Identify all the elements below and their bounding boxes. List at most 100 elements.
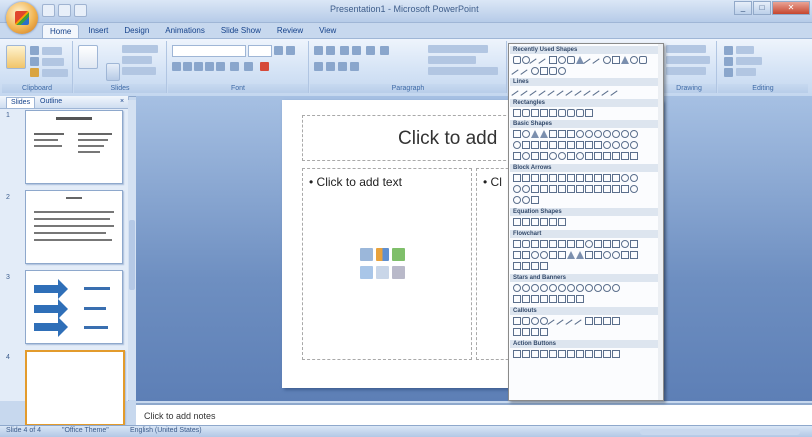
sun-shape-icon[interactable] xyxy=(549,152,557,160)
multidocument-shape-icon[interactable] xyxy=(576,240,584,248)
arrow-shape-icon[interactable] xyxy=(531,196,539,204)
align-text-button[interactable] xyxy=(428,56,476,64)
not-equal-shape-icon[interactable] xyxy=(558,218,566,226)
copy-icon[interactable] xyxy=(30,57,39,66)
border-callout-shape-icon[interactable] xyxy=(540,328,548,336)
tab-insert[interactable]: Insert xyxy=(81,24,115,38)
align-right-icon[interactable] xyxy=(338,62,347,71)
action-end-button-icon[interactable] xyxy=(540,350,548,358)
horizontal-scroll-shape-icon[interactable] xyxy=(558,295,566,303)
insert-media-icon[interactable] xyxy=(392,266,405,279)
process-shape-icon[interactable] xyxy=(513,240,521,248)
shape-fill-button[interactable] xyxy=(666,45,706,53)
minimize-button[interactable]: _ xyxy=(734,1,752,15)
square-shape-icon[interactable] xyxy=(612,56,620,64)
decision-shape-icon[interactable] xyxy=(531,240,539,248)
triangle-shape-icon[interactable] xyxy=(531,130,539,138)
alternate-process-shape-icon[interactable] xyxy=(522,240,530,248)
u-turn-arrow-shape-icon[interactable] xyxy=(594,174,602,182)
font-color-icon[interactable] xyxy=(260,62,269,71)
summing-junction-shape-icon[interactable] xyxy=(531,251,539,259)
gallery-scrollbar[interactable] xyxy=(658,44,663,400)
curved-right-arrow-shape-icon[interactable] xyxy=(621,174,629,182)
rounded-rectangle-shape-icon[interactable] xyxy=(522,109,530,117)
slide-thumbnail-3[interactable] xyxy=(25,270,123,344)
tab-design[interactable]: Design xyxy=(117,24,156,38)
pentagon-shape-icon[interactable] xyxy=(576,130,584,138)
left-arrow-callout-shape-icon[interactable] xyxy=(576,185,584,193)
display-shape-icon[interactable] xyxy=(630,251,638,259)
vertical-scroll-shape-icon[interactable] xyxy=(549,295,557,303)
border-callout-shape-icon[interactable] xyxy=(522,328,530,336)
slide-thumbnail-2[interactable] xyxy=(25,190,123,264)
star-5-shape-icon[interactable] xyxy=(540,284,548,292)
insert-table-icon[interactable] xyxy=(360,248,373,261)
tab-slide-show[interactable]: Slide Show xyxy=(214,24,268,38)
bracket-shape-icon[interactable] xyxy=(540,67,548,75)
scrollbar-thumb[interactable] xyxy=(129,220,135,290)
card-shape-icon[interactable] xyxy=(513,251,521,259)
tab-animations[interactable]: Animations xyxy=(158,24,212,38)
align-left-icon[interactable] xyxy=(314,62,323,71)
off-page-connector-shape-icon[interactable] xyxy=(630,240,638,248)
rounded-rect-shape-icon[interactable] xyxy=(567,56,575,64)
shadow-icon[interactable] xyxy=(216,62,225,71)
left-bracket-shape-icon[interactable] xyxy=(603,152,611,160)
ribbon-up-shape-icon[interactable] xyxy=(513,295,521,303)
cube-shape-icon[interactable] xyxy=(594,141,602,149)
star-10-shape-icon[interactable] xyxy=(576,284,584,292)
tab-view[interactable]: View xyxy=(312,24,343,38)
pane-close-button[interactable]: × xyxy=(116,97,128,107)
rectangle-shape-icon[interactable] xyxy=(513,109,521,117)
square-shape-icon[interactable] xyxy=(549,56,557,64)
striped-right-arrow-shape-icon[interactable] xyxy=(531,185,539,193)
up-arrow-shape-icon[interactable] xyxy=(531,174,539,182)
down-arrow-shape-icon[interactable] xyxy=(540,174,548,182)
office-button[interactable] xyxy=(6,2,38,34)
slide-thumbnail-4[interactable] xyxy=(25,350,125,426)
smiley-face-shape-icon[interactable] xyxy=(522,152,530,160)
oval-shape-icon[interactable] xyxy=(558,67,566,75)
delete-slide-button[interactable] xyxy=(106,63,120,81)
accent-callout-shape-icon[interactable] xyxy=(603,317,611,325)
direct-access-storage-shape-icon[interactable] xyxy=(621,251,629,259)
character-spacing-icon[interactable] xyxy=(230,62,239,71)
plaque-shape-icon[interactable] xyxy=(576,141,584,149)
italic-icon[interactable] xyxy=(183,62,192,71)
rounded-rect-shape-icon[interactable] xyxy=(639,56,647,64)
divide-shape-icon[interactable] xyxy=(540,218,548,226)
predefined-process-shape-icon[interactable] xyxy=(549,240,557,248)
oval-callout-shape-icon[interactable] xyxy=(531,317,539,325)
convert-to-smartart-button[interactable] xyxy=(428,67,498,75)
save-icon[interactable] xyxy=(42,4,55,17)
tab-slides[interactable]: Slides xyxy=(6,97,36,108)
star-32-shape-icon[interactable] xyxy=(612,284,620,292)
delete-button[interactable] xyxy=(122,67,156,75)
star-8-shape-icon[interactable] xyxy=(567,284,575,292)
replace-icon[interactable] xyxy=(724,57,733,66)
action-return-button-icon[interactable] xyxy=(567,350,575,358)
octagon-shape-icon[interactable] xyxy=(603,130,611,138)
right-arrow-callout-shape-icon[interactable] xyxy=(567,185,575,193)
find-icon[interactable] xyxy=(724,46,733,55)
double-wave-shape-icon[interactable] xyxy=(576,295,584,303)
undo-icon[interactable] xyxy=(58,4,71,17)
internal-storage-shape-icon[interactable] xyxy=(558,240,566,248)
right-triangle-shape-icon[interactable] xyxy=(540,130,548,138)
bevel-shape-icon[interactable] xyxy=(603,141,611,149)
curved-left-arrow-shape-icon[interactable] xyxy=(630,174,638,182)
font-size-field[interactable] xyxy=(248,45,272,57)
pie-shape-icon[interactable] xyxy=(630,130,638,138)
circular-arrow-shape-icon[interactable] xyxy=(513,196,521,204)
notes-pane[interactable]: Click to add notes xyxy=(136,403,812,427)
diamond-shape-icon[interactable] xyxy=(567,130,575,138)
accent-callout-shape-icon[interactable] xyxy=(585,317,593,325)
justify-icon[interactable] xyxy=(350,62,359,71)
underline-icon[interactable] xyxy=(194,62,203,71)
curved-down-arrow-shape-icon[interactable] xyxy=(522,185,530,193)
insert-picture-icon[interactable] xyxy=(360,266,373,279)
plus-shape-icon[interactable] xyxy=(513,218,521,226)
action-movie-button-icon[interactable] xyxy=(576,350,584,358)
star-4-shape-icon[interactable] xyxy=(531,284,539,292)
quad-arrow-shape-icon[interactable] xyxy=(567,174,575,182)
